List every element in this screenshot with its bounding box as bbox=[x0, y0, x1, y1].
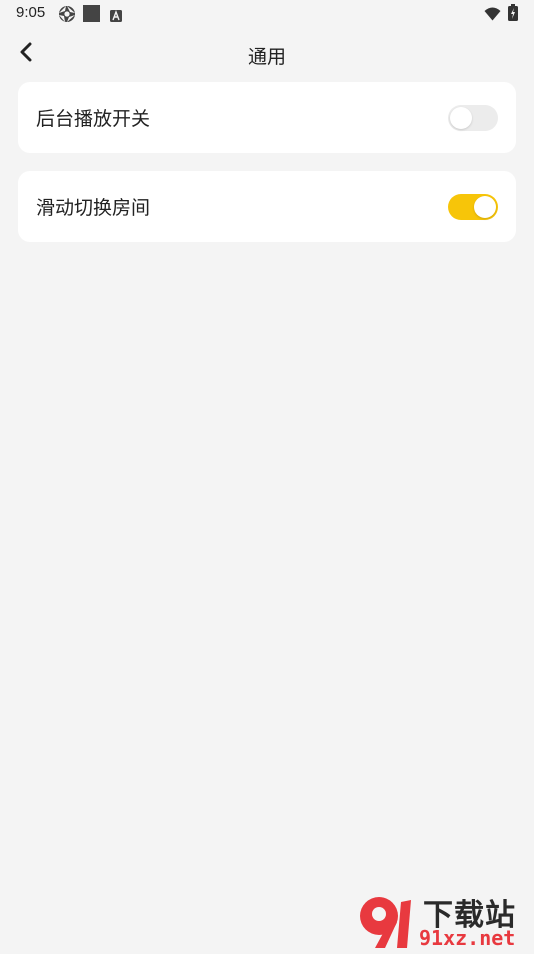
setting-row-background-play: 后台播放开关 bbox=[18, 82, 516, 153]
battery-icon bbox=[508, 4, 518, 25]
status-bar: 9:05 bbox=[0, 0, 534, 28]
setting-label: 后台播放开关 bbox=[36, 108, 151, 130]
aperture-icon bbox=[58, 5, 76, 27]
app-bar: 通用 bbox=[0, 28, 534, 82]
swipe-switch-room-toggle[interactable] bbox=[448, 194, 498, 220]
background-play-toggle[interactable] bbox=[448, 105, 498, 131]
watermark-url: 91xz.net bbox=[419, 926, 516, 950]
setting-row-swipe-switch-room: 滑动切换房间 bbox=[18, 171, 516, 242]
wifi-icon bbox=[484, 6, 501, 25]
status-time: 9:05 bbox=[16, 4, 46, 21]
toggle-knob bbox=[474, 196, 496, 218]
toggle-knob bbox=[450, 107, 472, 129]
a-badge-icon bbox=[110, 7, 122, 26]
watermark: 下载站 91xz.net bbox=[357, 888, 532, 950]
page-title: 通用 bbox=[247, 46, 286, 68]
square-icon bbox=[83, 5, 100, 26]
watermark-logo-icon bbox=[357, 892, 421, 954]
setting-label: 滑动切换房间 bbox=[36, 197, 151, 219]
